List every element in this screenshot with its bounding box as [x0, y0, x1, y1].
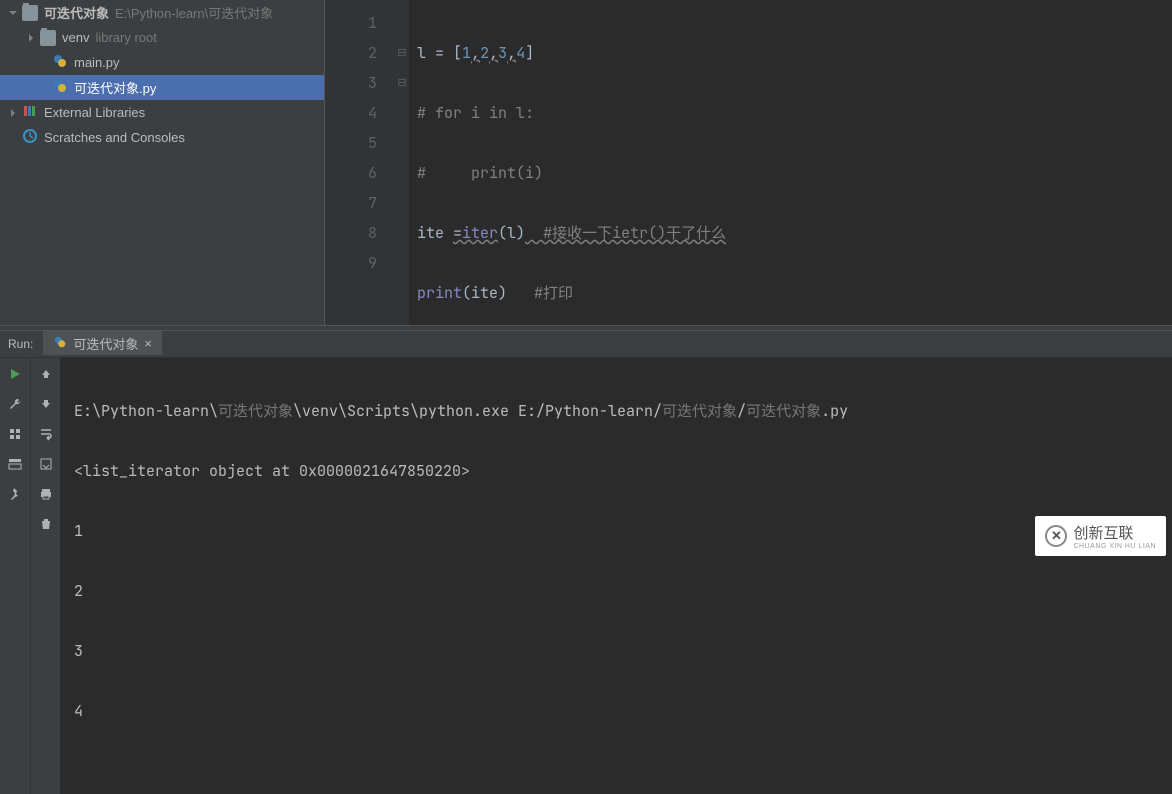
chevron-right-icon[interactable] [24, 33, 38, 43]
console-line: 1 [74, 516, 1158, 546]
tree-file-main[interactable]: main.py [0, 50, 324, 75]
run-header-label: Run: [0, 337, 43, 351]
root-folder-path: E:\Python-learn\可迭代对象 [115, 3, 273, 22]
scroll-end-icon[interactable] [38, 456, 54, 472]
run-icon[interactable] [7, 366, 23, 382]
run-tabs-header: Run: 可迭代对象 × [0, 331, 1172, 358]
tree-external-libs[interactable]: External Libraries [0, 100, 324, 125]
venv-tag: library root [95, 30, 156, 45]
chevron-down-icon[interactable] [6, 8, 20, 18]
run-panel: Run: 可迭代对象 × E:\Python-learn\可迭代对象\venv\… [0, 330, 1172, 562]
ext-lib-label: External Libraries [44, 105, 145, 120]
fold-end-icon[interactable]: ⊟ [395, 68, 409, 98]
libraries-icon [22, 103, 38, 122]
file-main-label: main.py [74, 55, 120, 70]
run-tab-label: 可迭代对象 [73, 334, 138, 353]
close-icon[interactable]: × [144, 336, 152, 351]
venv-label: venv [62, 30, 89, 45]
python-file-icon [52, 78, 68, 97]
tree-file-iter[interactable]: 可迭代对象.py [0, 75, 324, 100]
tree-venv[interactable]: venv library root [0, 25, 324, 50]
print-icon[interactable] [38, 486, 54, 502]
watermark-text: 创新互联 [1073, 522, 1156, 543]
scratch-label: Scratches and Consoles [44, 130, 185, 145]
trash-icon[interactable] [38, 516, 54, 532]
fold-start-icon[interactable]: ⊟ [395, 38, 409, 68]
root-folder-name: 可迭代对象 [44, 3, 109, 22]
up-arrow-icon[interactable] [38, 366, 54, 382]
down-arrow-icon[interactable] [38, 396, 54, 412]
line-gutter: 123456789 [325, 0, 395, 325]
code-editor[interactable]: 123456789 ⊟ ⊟ l = [1,2,3,4] # for i in l… [324, 0, 1172, 325]
dots-icon[interactable] [7, 426, 23, 442]
watermark-logo-icon: ✕ [1045, 525, 1067, 547]
tree-root[interactable]: 可迭代对象 E:\Python-learn\可迭代对象 [0, 0, 324, 25]
watermark-sub: CHUANG XIN HU LIAN [1073, 543, 1156, 550]
code-line: ite =iter(l) #接收一下ietr()干了什么 [417, 218, 1172, 248]
console-line: 4 [74, 696, 1158, 726]
gutter-fold-marks[interactable]: ⊟ ⊟ [395, 0, 409, 325]
pin-icon[interactable] [7, 486, 23, 502]
console-output[interactable]: E:\Python-learn\可迭代对象\venv\Scripts\pytho… [60, 358, 1172, 794]
chevron-right-icon[interactable] [6, 108, 20, 118]
project-tree[interactable]: 可迭代对象 E:\Python-learn\可迭代对象 venv library… [0, 0, 324, 325]
code-line: # for i in l: [417, 98, 1172, 128]
wrench-icon[interactable] [7, 396, 23, 412]
run-toolbar-left [0, 358, 30, 794]
python-file-icon [53, 335, 67, 352]
console-line: E:\Python-learn\可迭代对象\venv\Scripts\pytho… [74, 396, 1158, 426]
folder-icon [40, 30, 56, 46]
run-tab[interactable]: 可迭代对象 × [43, 331, 162, 357]
folder-icon [22, 5, 38, 21]
code-area[interactable]: l = [1,2,3,4] # for i in l: # print(i) i… [409, 0, 1172, 325]
watermark: ✕ 创新互联 CHUANG XIN HU LIAN [1035, 516, 1166, 556]
python-file-icon [52, 53, 68, 72]
tree-scratches[interactable]: Scratches and Consoles [0, 125, 324, 150]
code-line: l = [1,2,3,4] [417, 38, 1172, 68]
run-toolbar-right [30, 358, 60, 794]
console-line: <list_iterator object at 0x0000021647850… [74, 456, 1158, 486]
layout-icon[interactable] [7, 456, 23, 472]
soft-wrap-icon[interactable] [38, 426, 54, 442]
scratch-icon [22, 128, 38, 147]
code-line: print(ite) #打印 [417, 278, 1172, 308]
console-line: 3 [74, 636, 1158, 666]
file-iter-label: 可迭代对象.py [74, 78, 156, 97]
console-line: 2 [74, 576, 1158, 606]
code-line: # print(i) [417, 158, 1172, 188]
